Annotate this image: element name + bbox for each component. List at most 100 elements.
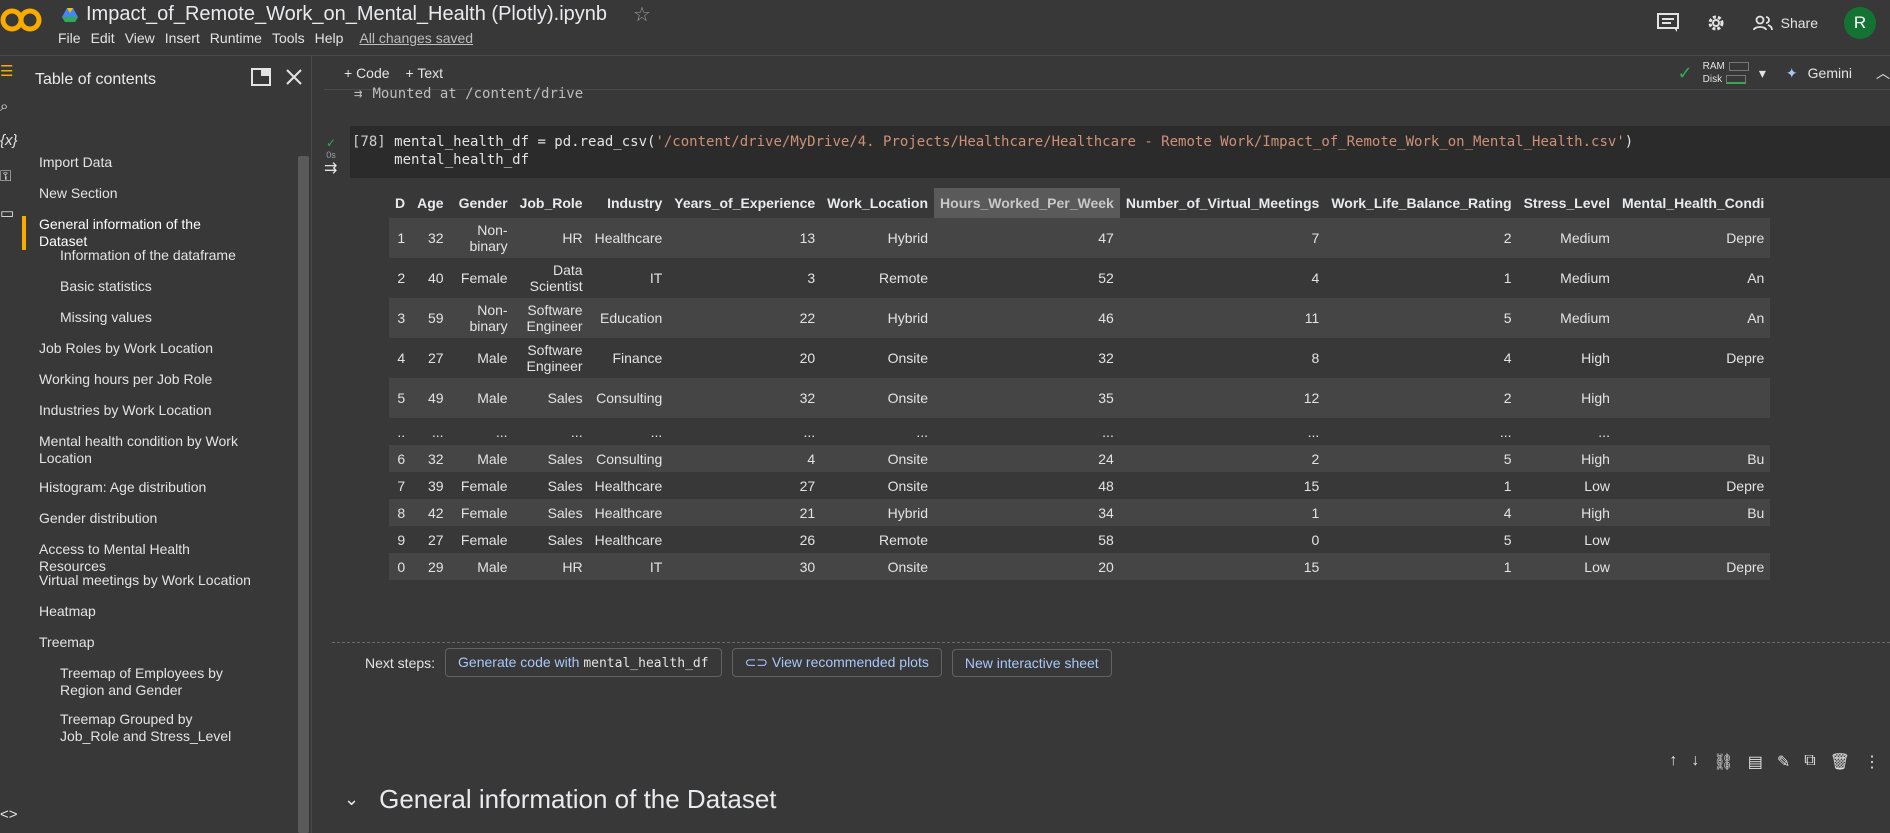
table-cell: 12	[1119, 378, 1326, 418]
table-cell: Low	[1517, 472, 1616, 499]
toc-item[interactable]: Access to Mental Health Resources	[22, 541, 311, 575]
move-down-icon[interactable]: ↓	[1691, 752, 1699, 776]
menu-help[interactable]: Help	[315, 30, 352, 46]
recommended-plots-button[interactable]: ⊂⊃ View recommended plots	[731, 648, 942, 677]
table-cell: Onsite	[821, 378, 935, 418]
toc-item[interactable]: General information of the Dataset	[22, 216, 311, 250]
toc-item[interactable]: Treemap	[22, 634, 311, 651]
copy-to-tab-icon[interactable]: ⧉	[1804, 752, 1815, 776]
more-options-icon[interactable]: ⋮	[1864, 752, 1880, 776]
menu-insert[interactable]: Insert	[165, 30, 208, 46]
column-header[interactable]: Age	[411, 188, 449, 218]
recommended-plots-label: View recommended plots	[771, 654, 929, 670]
table-cell: 11	[1119, 298, 1326, 338]
menu-file[interactable]: File	[58, 30, 89, 46]
toc-item[interactable]: Treemap of Employees by Region and Gende…	[22, 665, 311, 699]
table-cell: Hybrid	[821, 298, 935, 338]
table-cell: Non-binary	[449, 218, 514, 258]
move-up-icon[interactable]: ↑	[1669, 752, 1677, 776]
dataframe-table: D Age Gender Job_Role Industry Years_of_Exper…	[389, 188, 1771, 580]
resource-meter[interactable]: RAM Disk	[1703, 60, 1749, 86]
key-icon[interactable]: ⚿	[0, 168, 20, 188]
code-snippets-icon[interactable]: <>	[0, 806, 20, 826]
share-label: Share	[1780, 15, 1818, 31]
runtime-dropdown-icon[interactable]: ▾	[1759, 65, 1766, 82]
table-cell: 40	[411, 258, 450, 298]
toc-item[interactable]: Import Data	[22, 154, 311, 171]
gemini-icon: ✦	[1785, 64, 1798, 81]
toc-item[interactable]: Histogram: Age distribution	[22, 479, 311, 496]
toc-item[interactable]: Information of the dataframe	[22, 247, 311, 264]
column-header[interactable]: Work_Life_Balance_Rating	[1325, 188, 1517, 218]
menu-view[interactable]: View	[125, 30, 163, 46]
toc-title: Table of contents	[35, 71, 156, 88]
close-icon[interactable]	[285, 68, 303, 86]
column-header[interactable]: Work_Location	[821, 188, 934, 218]
column-header[interactable]: Stress_Level	[1518, 188, 1616, 218]
toc-item[interactable]: Virtual meetings by Work Location	[22, 572, 311, 589]
share-button[interactable]: Share	[1752, 15, 1818, 31]
search-icon[interactable]: ⌕	[0, 98, 20, 118]
column-header[interactable]: Industry	[589, 188, 669, 218]
output-toggle-icon[interactable]: ⇉	[324, 158, 337, 178]
toc-item[interactable]: Missing values	[22, 309, 311, 326]
collapse-icon[interactable]: ︿	[1876, 63, 1890, 83]
column-header[interactable]: Gender	[450, 188, 514, 218]
column-header[interactable]: Mental_Health_Condi	[1616, 188, 1770, 218]
star-icon[interactable]: ☆	[633, 2, 651, 27]
exec-count: [78]	[352, 134, 386, 150]
delete-icon[interactable]: 🗑	[1830, 752, 1850, 776]
toc-item[interactable]: Industries by Work Location	[22, 402, 311, 419]
table-cell: Healthcare	[588, 526, 669, 553]
toc-scrollbar[interactable]	[298, 156, 309, 833]
toc-item[interactable]: Mental health condition by Work Location	[22, 433, 311, 467]
interactive-sheet-button[interactable]: New interactive sheet	[951, 648, 1112, 677]
toc-list-icon[interactable]: ☰	[0, 62, 20, 82]
toc-item[interactable]: Gender distribution	[22, 510, 311, 527]
notebook-title[interactable]: Impact_of_Remote_Work_on_Mental_Health (…	[86, 3, 607, 26]
dataframe-output: D Age Gender Job_Role Industry Years_of_Exper…	[389, 188, 1890, 666]
column-header[interactable]: Years_of_Experience	[668, 188, 821, 218]
open-in-tab-icon[interactable]	[251, 68, 271, 86]
toc-item[interactable]: New Section	[22, 185, 311, 202]
variables-icon[interactable]: {x}	[0, 132, 20, 152]
column-header[interactable]: Hours_Worked_Per_Week	[934, 188, 1120, 218]
generate-code-button[interactable]: Generate code with mental_health_df	[445, 648, 722, 677]
column-header[interactable]: Job_Role	[514, 188, 589, 218]
toc-item[interactable]: Heatmap	[22, 603, 311, 620]
column-header[interactable]: D	[389, 188, 411, 218]
comment-cell-icon[interactable]: ▤	[1748, 752, 1763, 776]
table-cell: High	[1517, 338, 1616, 378]
code-cell[interactable]: [78] mental_health_df = pd.read_csv('/co…	[350, 126, 1890, 178]
toc-item[interactable]: Job Roles by Work Location	[22, 340, 311, 357]
table-of-contents-panel: Table of contents Import Data New Section…	[22, 56, 312, 833]
table-row: 1 32 Non-binary HR Healthcare 13 Hybrid 47 7 2 Med…	[389, 218, 1771, 258]
gemini-button[interactable]: Gemini	[1808, 65, 1852, 81]
menu-runtime[interactable]: Runtime	[210, 30, 270, 46]
add-text-button[interactable]: + Text	[406, 65, 444, 81]
avatar[interactable]: R	[1844, 7, 1876, 39]
edit-pencil-icon[interactable]: ✎	[1777, 752, 1790, 776]
menu-edit[interactable]: Edit	[91, 30, 123, 46]
toc-item[interactable]: Basic statistics	[22, 278, 311, 295]
table-cell: 27	[411, 526, 450, 553]
ram-label: RAM	[1702, 61, 1725, 72]
cell-run-indicator[interactable]: ✓ 0s	[326, 136, 336, 160]
toc-item[interactable]: Working hours per Job Role	[22, 371, 311, 388]
colab-logo[interactable]	[0, 2, 46, 38]
table-cell: 2	[1325, 378, 1518, 418]
table-cell: 5	[1325, 445, 1518, 472]
section-collapse-icon[interactable]: ⌄	[344, 789, 359, 810]
toc-item[interactable]: Treemap Grouped by Job_Role and Stress_L…	[22, 711, 311, 745]
settings-gear-icon[interactable]	[1705, 12, 1727, 34]
output-collapse-icon[interactable]: ⇉	[354, 86, 362, 102]
folder-icon[interactable]: ▭	[0, 204, 20, 224]
save-status[interactable]: All changes saved	[359, 30, 481, 46]
add-code-button[interactable]: + Code	[344, 65, 390, 81]
link-icon[interactable]: ⛓	[1713, 752, 1733, 776]
menu-tools[interactable]: Tools	[272, 30, 313, 46]
column-header[interactable]: Number_of_Virtual_Meetings	[1120, 188, 1325, 218]
table-cell: 4	[389, 338, 412, 378]
comment-icon[interactable]	[1656, 13, 1679, 33]
cell-divider	[332, 642, 1890, 643]
